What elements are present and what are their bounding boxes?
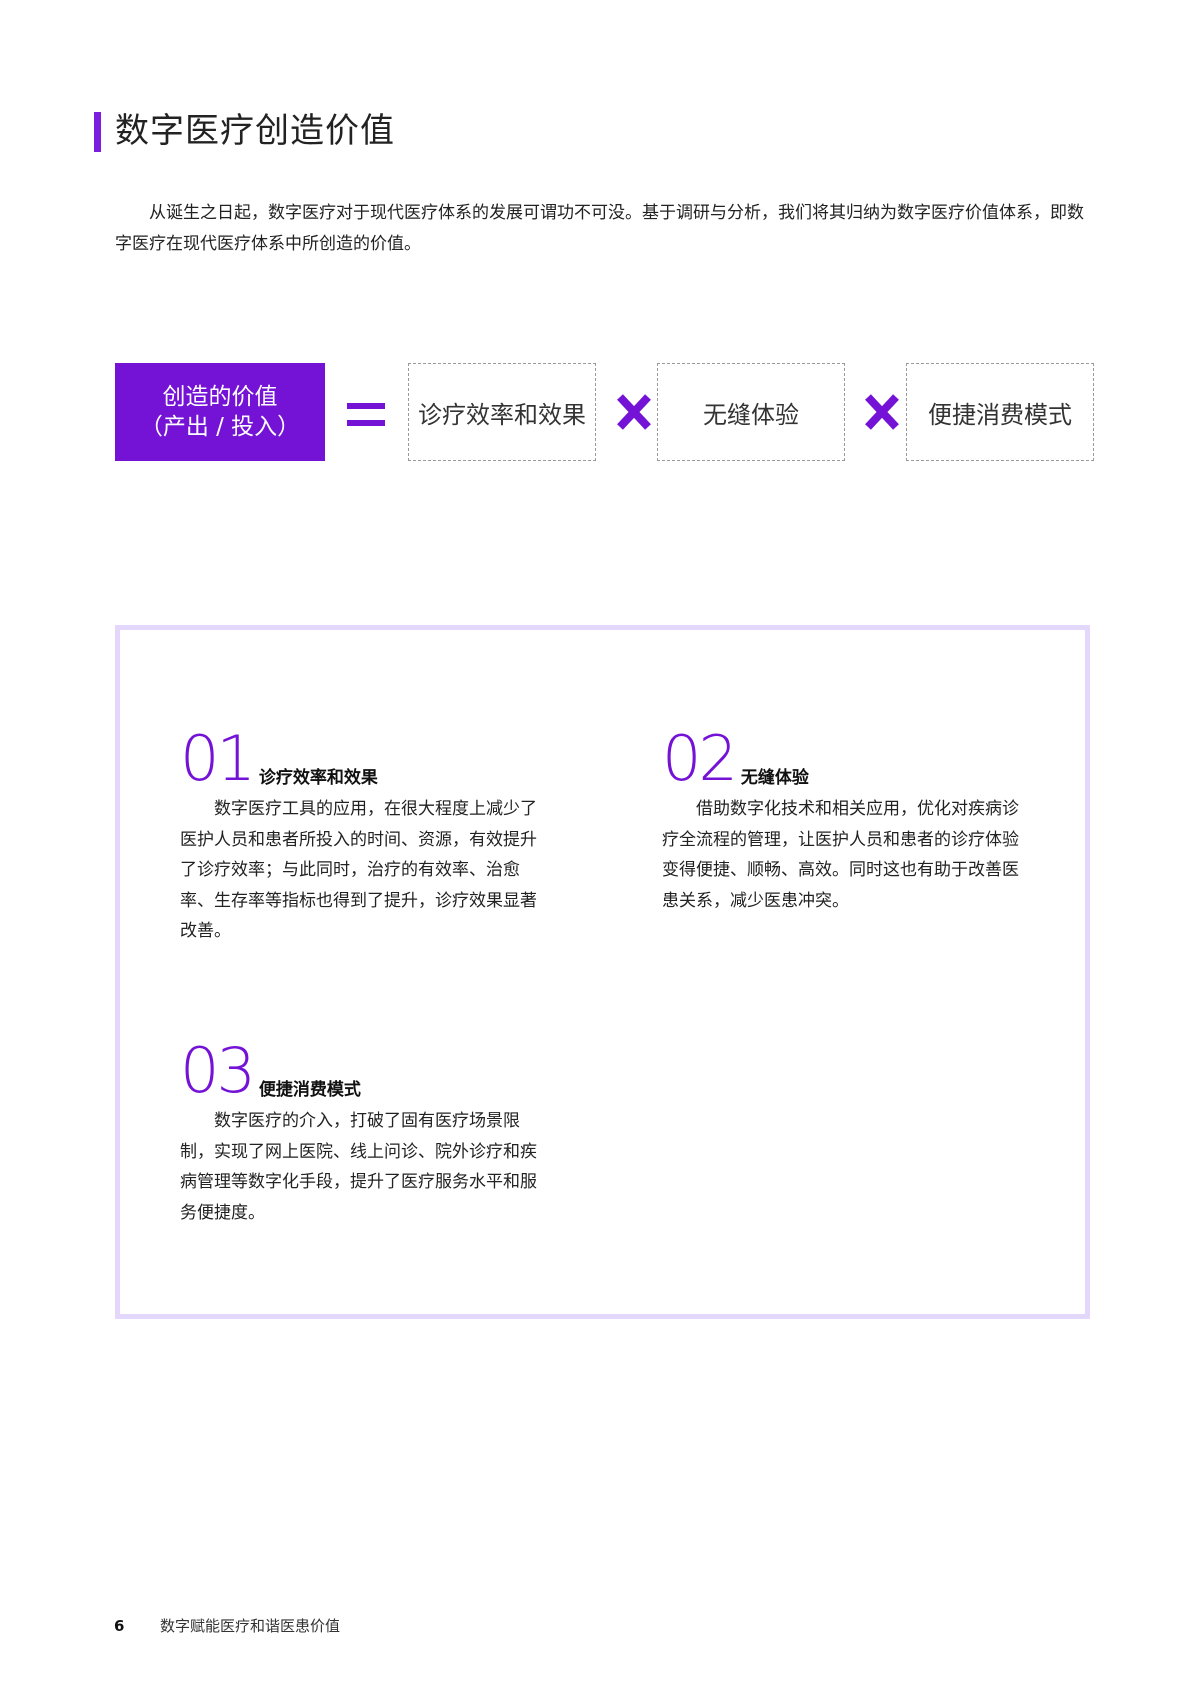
item-body: 借助数字化技术和相关应用，优化对疾病诊疗全流程的管理，让医护人员和患者的诊疗体验… (662, 799, 1019, 911)
factor-seamless-experience: 无缝体验 (657, 363, 845, 461)
item-body: 数字医疗工具的应用，在很大程度上减少了医护人员和患者所投入的时间、资源，有效提升… (180, 799, 537, 941)
item-number: 03 (180, 1034, 256, 1107)
factor-efficiency: 诊疗效率和效果 (408, 363, 596, 461)
title-accent-bar (94, 112, 101, 152)
created-value-label: 创造的价值 (162, 384, 278, 410)
factor-convenient-consumption: 便捷消费模式 (906, 363, 1094, 461)
page-title: 数字医疗创造价值 (115, 111, 395, 151)
value-item: 01 诊疗效率和效果 数字医疗工具的应用，在很大程度上减少了医护人员和患者所投入… (180, 728, 552, 947)
page-number: 6 (114, 1617, 125, 1635)
item-header: 03 便捷消费模式 (180, 1040, 552, 1102)
item-heading: 便捷消费模式 (258, 1080, 361, 1100)
value-formula: 创造的价值 （产出 / 投入） 诊疗效率和效果 无缝体验 便捷消费模式 (115, 363, 1098, 461)
value-item: 03 便捷消费模式 数字医疗的介入，打破了固有医疗场景限制，实现了网上医院、线上… (180, 1040, 552, 1228)
intro-paragraph: 从诞生之日起，数字医疗对于现代医疗体系的发展可谓功不可没。基于调研与分析，我们将… (115, 203, 1084, 254)
multiply-icon (613, 391, 655, 433)
item-number: 02 (662, 722, 738, 795)
footer-doc-title: 数字赋能医疗和谐医患价值 (160, 1617, 341, 1635)
item-body: 数字医疗的介入，打破了固有医疗场景限制，实现了网上医院、线上问诊、院外诊疗和疾病… (180, 1111, 537, 1223)
output-input-label: （产出 / 投入） (139, 414, 301, 440)
item-heading: 诊疗效率和效果 (258, 768, 378, 788)
value-item: 02 无缝体验 借助数字化技术和相关应用，优化对疾病诊疗全流程的管理，让医护人员… (662, 728, 1034, 916)
item-header: 01 诊疗效率和效果 (180, 728, 552, 790)
item-number: 01 (180, 722, 256, 795)
multiply-icon (861, 391, 903, 433)
created-value-box: 创造的价值 （产出 / 投入） (115, 363, 325, 461)
equals-icon (347, 403, 385, 427)
item-heading: 无缝体验 (740, 768, 809, 788)
item-header: 02 无缝体验 (662, 728, 1034, 790)
